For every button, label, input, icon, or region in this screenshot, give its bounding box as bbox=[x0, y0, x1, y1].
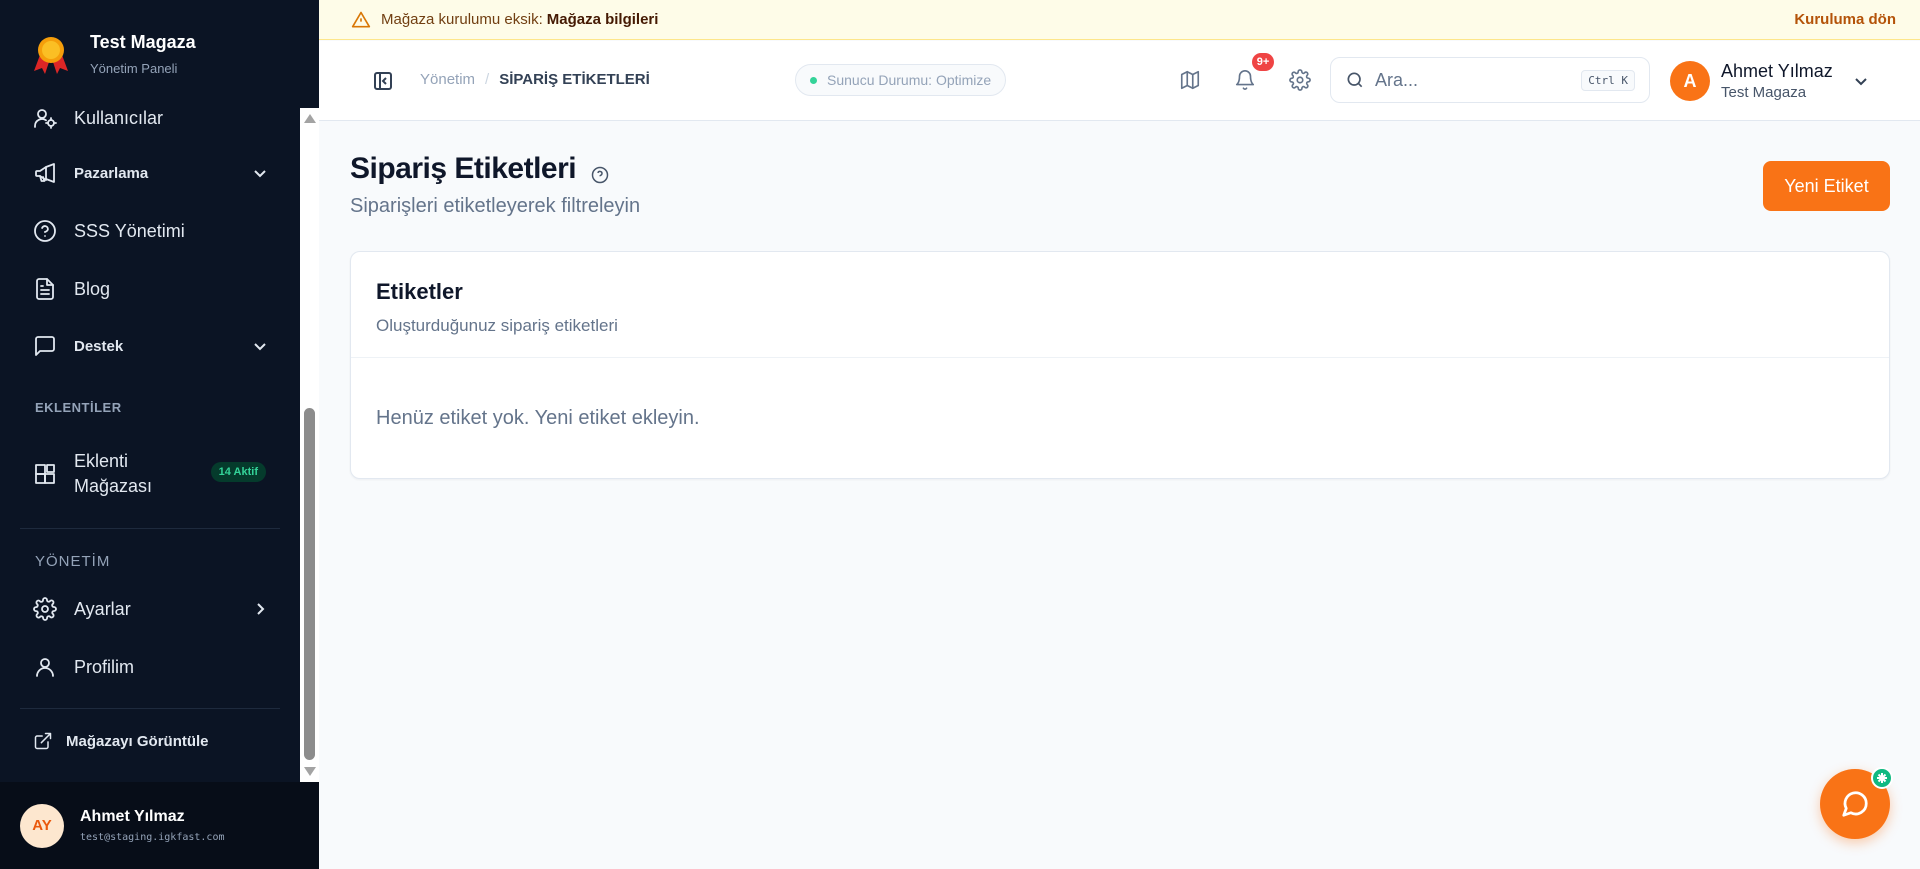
brand-subtitle: Yönetim Paneli bbox=[90, 61, 178, 76]
page-title: Sipariş Etiketleri bbox=[350, 152, 610, 186]
sidebar-item-label: Pazarlama bbox=[74, 164, 149, 182]
user-menu[interactable]: A Ahmet Yılmaz Test Magaza bbox=[1670, 61, 1869, 101]
top-header: Yönetim / SİPARİŞ ETİKETLERİ Sunucu Duru… bbox=[319, 41, 1920, 121]
divider bbox=[20, 708, 280, 709]
sidebar-item-label: Blog bbox=[74, 278, 111, 299]
sidebar-item-settings[interactable]: Ayarlar bbox=[32, 589, 268, 629]
brand[interactable]: Test Magaza Yönetim Paneli bbox=[0, 0, 319, 108]
sidebar-collapse-icon[interactable] bbox=[373, 71, 393, 91]
breadcrumb: Yönetim / SİPARİŞ ETİKETLERİ bbox=[420, 71, 650, 88]
section-label-plugins: EKLENTİLER bbox=[35, 400, 122, 415]
blocks-icon bbox=[32, 461, 58, 487]
sidebar-nav: Kullanıcılar Pazarlama SSS Yönetimi Blog bbox=[0, 108, 300, 782]
sidebar-item-blog[interactable]: Blog bbox=[32, 269, 268, 309]
chevron-down-icon bbox=[252, 338, 268, 354]
breadcrumb-current: SİPARİŞ ETİKETLERİ bbox=[499, 71, 650, 88]
scroll-down-arrow[interactable] bbox=[304, 767, 316, 776]
gear-icon bbox=[32, 596, 58, 622]
scrollbar-thumb[interactable] bbox=[304, 408, 315, 760]
document-icon bbox=[32, 276, 58, 302]
sidebar-item-users[interactable]: Kullanıcılar bbox=[32, 108, 268, 138]
setup-warning-banner: Mağaza kurulumu eksik: Mağaza bilgileri … bbox=[319, 0, 1920, 40]
brand-title: Test Magaza bbox=[90, 32, 196, 52]
sidebar-scrollbar[interactable] bbox=[300, 108, 319, 782]
search-shortcut-hint: Ctrl K bbox=[1581, 70, 1635, 91]
footer-user-name: Ahmet Yılmaz bbox=[80, 808, 185, 825]
sidebar-item-faq[interactable]: SSS Yönetimi bbox=[32, 211, 268, 251]
sidebar-item-plugin-store[interactable]: Eklenti Mağazası 14 Aktif bbox=[32, 446, 268, 502]
card-subtitle: Oluşturduğunuz sipariş etiketleri bbox=[376, 316, 618, 335]
user-name: Ahmet Yılmaz bbox=[1721, 61, 1833, 81]
chevron-right-icon bbox=[252, 601, 268, 617]
help-circle-icon bbox=[32, 218, 58, 244]
sidebar-item-label: Profilim bbox=[74, 656, 135, 677]
sidebar-item-label: Ayarlar bbox=[74, 598, 131, 619]
back-to-setup-link[interactable]: Kuruluma dön bbox=[1794, 11, 1896, 28]
megaphone-icon bbox=[32, 160, 58, 186]
sidebar-item-support[interactable]: Destek bbox=[32, 326, 268, 366]
tags-card: Etiketler Oluşturduğunuz sipariş etiketl… bbox=[350, 251, 1890, 479]
gear-icon[interactable] bbox=[1289, 69, 1311, 91]
external-link-icon bbox=[32, 728, 54, 754]
view-store-label: Mağazayı Görüntüle bbox=[66, 732, 209, 750]
page-subtitle: Siparişleri etiketleyerek filtreleyin bbox=[350, 195, 641, 217]
sidebar: Test Magaza Yönetim Paneli Kullanıcılar … bbox=[0, 0, 319, 869]
sidebar-item-label: Eklenti Mağazası bbox=[74, 451, 153, 496]
breadcrumb-separator: / bbox=[485, 71, 490, 88]
card-title: Etiketler bbox=[376, 279, 463, 304]
empty-state-text: Henüz etiket yok. Yeni etiket ekleyin. bbox=[376, 407, 700, 429]
banner-highlight: Mağaza bilgileri bbox=[546, 11, 659, 28]
users-icon bbox=[32, 108, 58, 131]
search-icon bbox=[1347, 72, 1363, 88]
chat-bubble-icon bbox=[1842, 791, 1868, 817]
status-badge: 14 Aktif bbox=[210, 462, 266, 482]
bell-icon[interactable] bbox=[1234, 69, 1256, 91]
user-store: Test Magaza bbox=[1721, 84, 1807, 101]
help-circle-icon[interactable] bbox=[590, 159, 610, 184]
scroll-up-arrow[interactable] bbox=[304, 114, 316, 123]
sidebar-item-label: SSS Yönetimi bbox=[74, 220, 185, 241]
view-store-link[interactable]: Mağazayı Görüntüle bbox=[32, 721, 268, 761]
avatar: A bbox=[1670, 61, 1710, 101]
sidebar-item-label: Kullanıcılar bbox=[74, 108, 164, 128]
banner-text: Mağaza kurulumu eksik: bbox=[381, 11, 543, 28]
server-status-text: Sunucu Durumu: Optimize bbox=[827, 72, 992, 88]
sidebar-user-footer[interactable]: AY Ahmet Yılmaz test@staging.igkfast.com bbox=[0, 782, 319, 869]
search-box[interactable]: Ctrl K bbox=[1330, 57, 1650, 103]
sparkle-badge-icon bbox=[1871, 767, 1893, 789]
card-header: Etiketler Oluşturduğunuz sipariş etiketl… bbox=[351, 252, 1889, 358]
sidebar-item-label: Destek bbox=[74, 337, 124, 355]
section-label-admin: YÖNETİM bbox=[35, 553, 111, 570]
user-icon bbox=[32, 654, 58, 680]
avatar: AY bbox=[20, 803, 64, 848]
sidebar-item-marketing[interactable]: Pazarlama bbox=[32, 153, 268, 193]
server-status-pill: Sunucu Durumu: Optimize bbox=[795, 64, 1007, 96]
chevron-down-icon bbox=[1853, 73, 1869, 89]
message-square-icon bbox=[32, 333, 58, 359]
status-dot bbox=[810, 76, 817, 84]
map-icon[interactable] bbox=[1179, 69, 1201, 91]
award-logo-icon bbox=[30, 33, 72, 75]
divider bbox=[20, 528, 280, 529]
new-tag-button[interactable]: Yeni Etiket bbox=[1763, 161, 1890, 211]
search-input[interactable] bbox=[1375, 69, 1565, 91]
notification-badge: 9+ bbox=[1252, 53, 1274, 71]
sidebar-item-profile[interactable]: Profilim bbox=[32, 647, 268, 687]
warning-triangle-icon bbox=[351, 10, 371, 30]
breadcrumb-root[interactable]: Yönetim bbox=[420, 71, 475, 88]
chevron-down-icon bbox=[252, 165, 268, 181]
footer-user-email: test@staging.igkfast.com bbox=[80, 832, 225, 843]
